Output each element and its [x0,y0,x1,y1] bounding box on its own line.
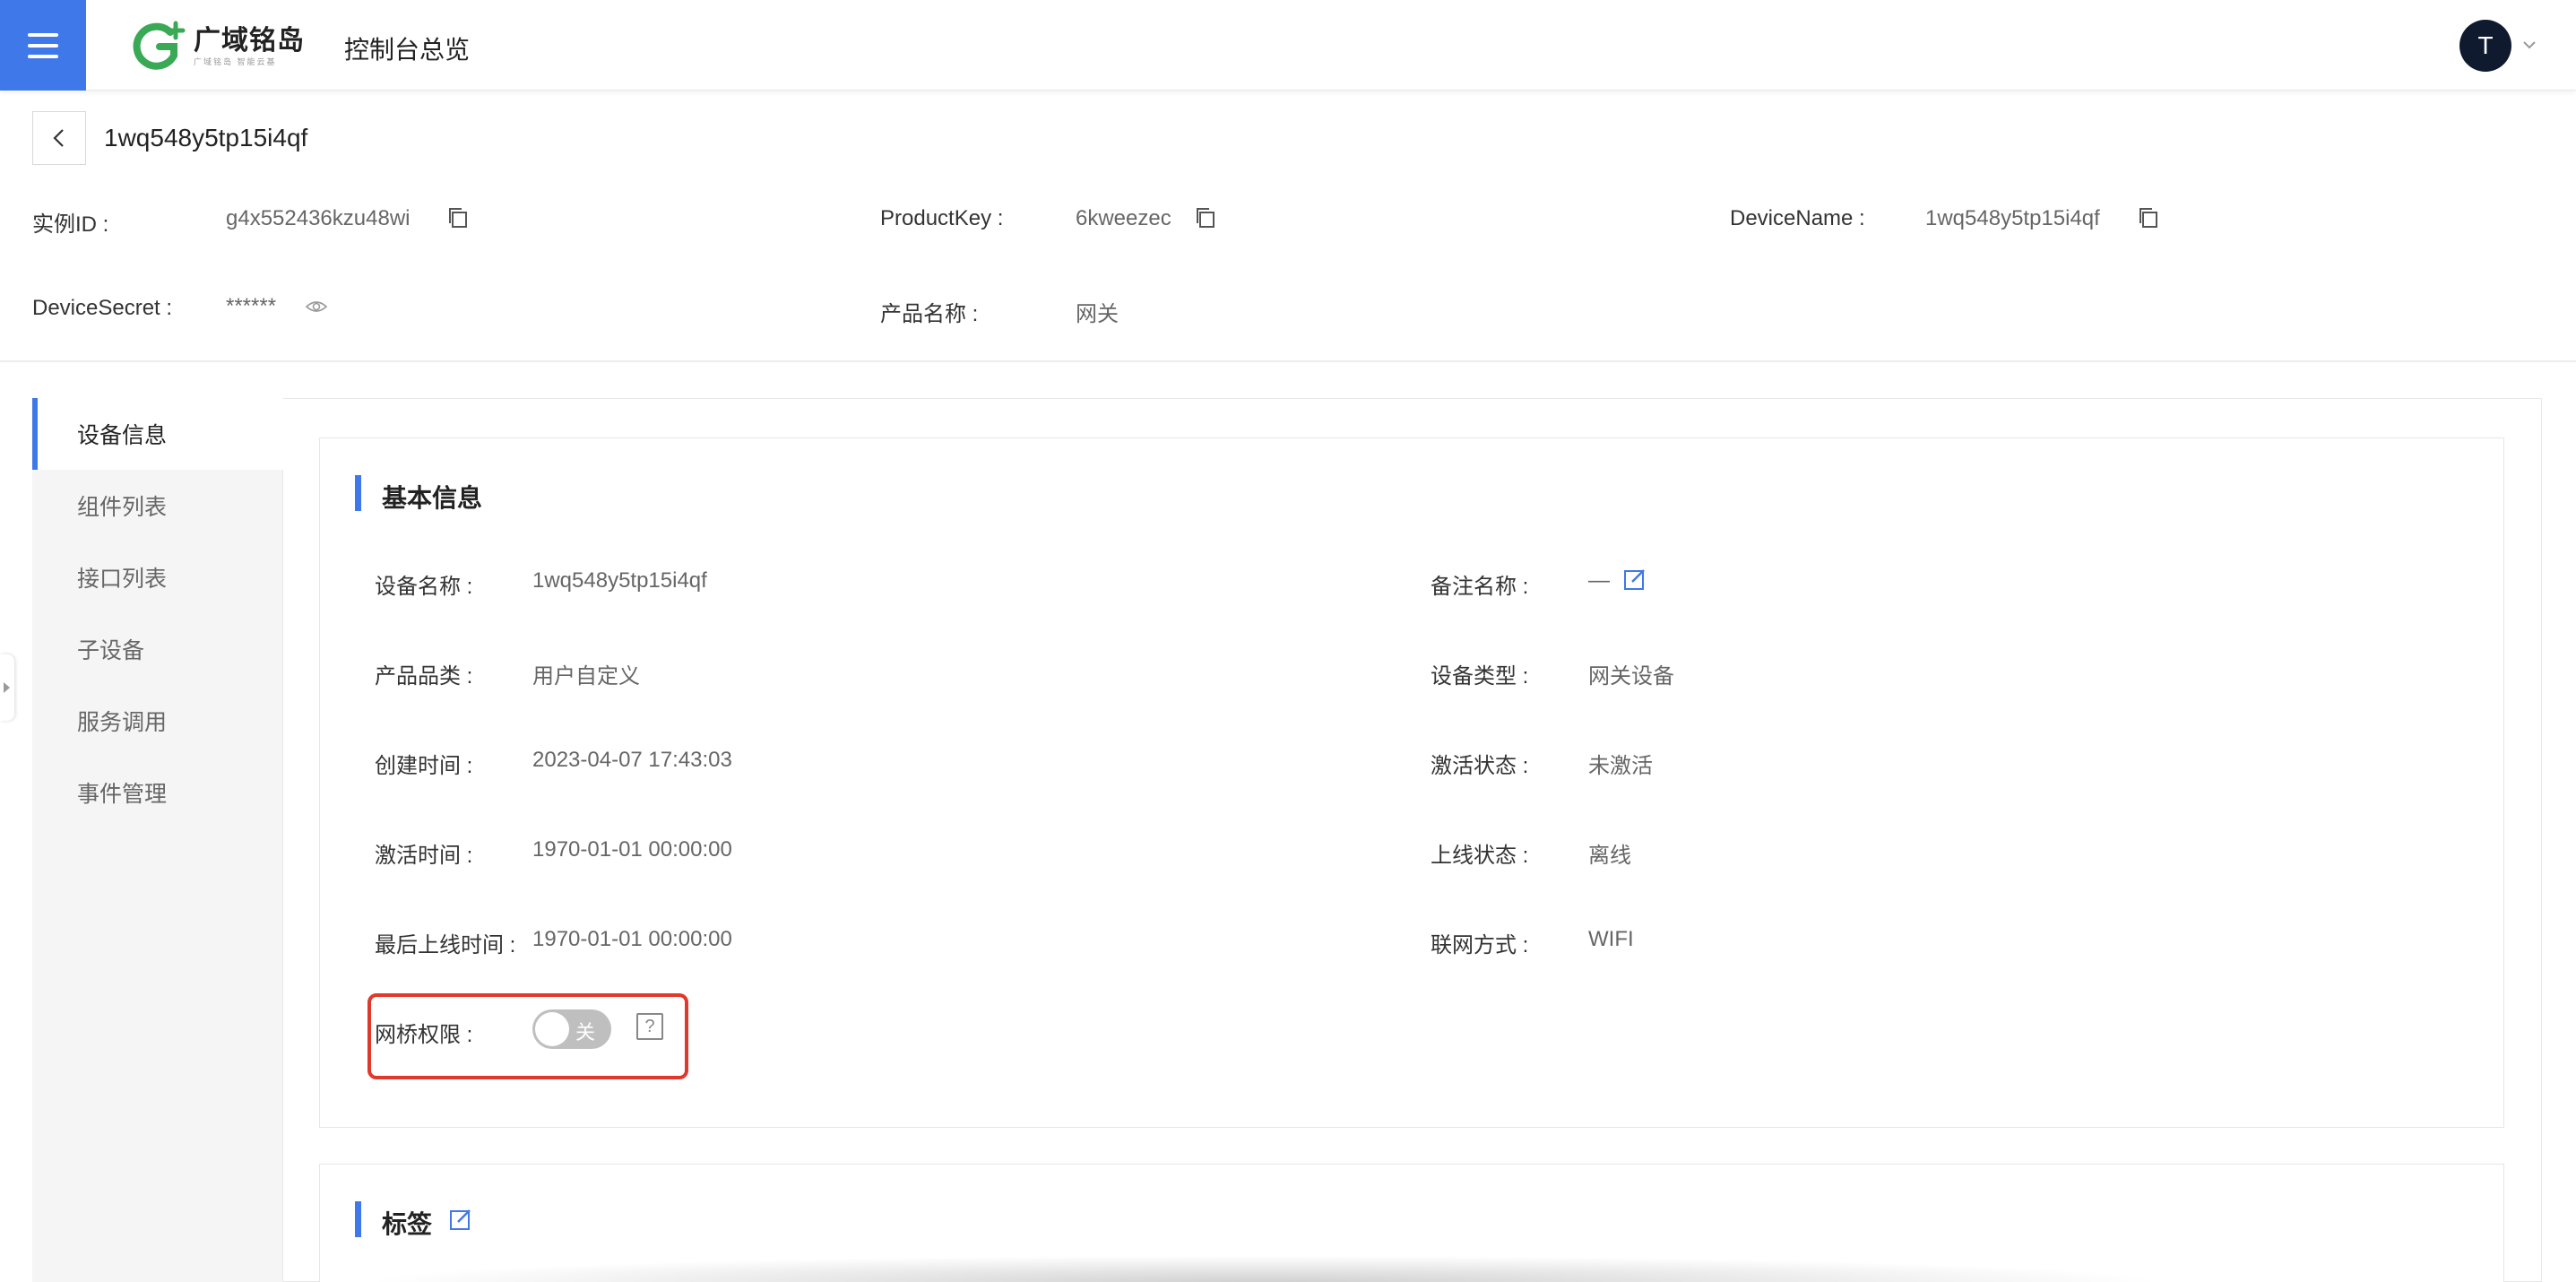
bridge-permission-switch[interactable]: 关 [532,1009,611,1049]
field-label: 激活状态 : [1431,754,1529,778]
product-key-label: ProductKey : [880,206,1004,230]
field-value: 1wq548y5tp15i4qf [532,568,707,593]
device-name-label: DeviceName : [1730,206,1865,230]
copy-icon[interactable] [2137,206,2160,230]
nav-item-interface-list[interactable]: 接口列表 [32,541,283,613]
nav-item-event-management[interactable]: 事件管理 [32,757,283,828]
back-button[interactable] [32,111,86,165]
logo-subtext: 广域铭岛 智能云基 [194,57,277,66]
top-bar: 广域铭岛 广域铭岛 智能云基 控制台总览 T [0,0,2576,91]
nav-item-component-list[interactable]: 组件列表 [32,470,283,541]
logo-text: 广域铭岛 [194,26,305,56]
field-value: WIFI [1588,927,1634,951]
device-title: 1wq548y5tp15i4qf [104,124,308,152]
product-key-value: 6kweezec [1076,206,1171,230]
field-label: 备注名称 : [1431,575,1529,599]
device-secret-value: ****** [226,294,277,318]
section-accent-bar [355,1201,361,1237]
field-label: 创建时间 : [375,754,473,778]
field-value: — [1588,568,1610,593]
hamburger-icon [28,32,58,58]
chevron-left-icon [53,129,64,147]
copy-icon[interactable] [1194,206,1217,230]
section-accent-bar [355,475,361,511]
chevron-down-icon[interactable] [2520,36,2538,54]
field-label: 设备类型 : [1431,664,1529,689]
field-value: 用户自定义 [532,664,640,689]
switch-text: 关 [575,1021,596,1044]
device-secret-label: DeviceSecret : [32,296,173,320]
basic-info-title: 基本信息 [382,484,483,512]
product-name-label: 产品名称 : [880,302,979,326]
field-label: 产品品类 : [375,664,473,689]
field-value: 离线 [1588,844,1631,868]
product-name-value: 网关 [1076,302,1119,326]
logo[interactable]: 广域铭岛 广域铭岛 智能云基 [131,20,305,74]
caret-right-icon [4,682,10,693]
field-value: 网关设备 [1588,664,1674,689]
switch-knob [535,1012,569,1046]
device-name-value: 1wq548y5tp15i4qf [1925,206,2100,230]
console-overview-link[interactable]: 控制台总览 [344,30,470,66]
logo-g-icon [133,21,186,70]
copy-icon[interactable] [446,206,470,230]
field-value: 2023-04-07 17:43:03 [532,748,732,772]
nav-item-device-info[interactable]: 设备信息 [32,398,283,470]
nav-item-service-call[interactable]: 服务调用 [32,685,283,757]
eye-icon[interactable] [305,298,328,316]
header-divider [0,360,2576,362]
field-label: 上线状态 : [1431,844,1529,868]
field-value: 未激活 [1588,754,1653,778]
side-nav: 设备信息 组件列表 接口列表 子设备 服务调用 事件管理 [32,398,283,1282]
field-value: 1970-01-01 00:00:00 [532,927,732,951]
instance-id-label: 实例ID : [32,212,109,237]
instance-id-value: g4x552436kzu48wi [226,206,411,230]
scroll-shadow [359,1255,2169,1282]
field-label: 设备名称 : [375,575,473,599]
field-label: 联网方式 : [1431,933,1529,957]
tags-title: 标签 [382,1210,433,1238]
help-icon[interactable]: ? [636,1013,663,1040]
edit-icon[interactable] [1622,567,1647,592]
menu-button[interactable] [0,0,86,91]
avatar[interactable]: T [2459,20,2511,72]
field-label: 最后上线时间 : [375,933,516,957]
nav-item-sub-device[interactable]: 子设备 [32,613,283,685]
field-value: 1970-01-01 00:00:00 [532,837,732,862]
bridge-permission-label: 网桥权限 : [375,1023,473,1047]
field-label: 激活时间 : [375,844,473,868]
side-collapse-toggle[interactable] [0,654,14,721]
edit-icon[interactable] [448,1207,473,1232]
